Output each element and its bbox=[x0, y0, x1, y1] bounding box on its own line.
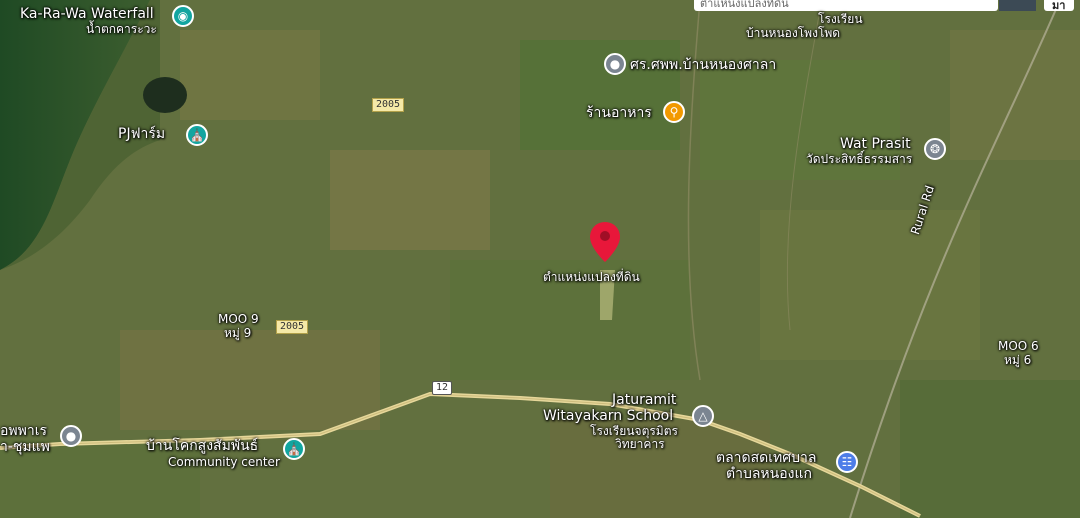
poi-label-left-1[interactable]: อพพาเร bbox=[0, 423, 47, 439]
poi-label-health-center[interactable]: ศร.ศพพ.บ้านหนองศาลา bbox=[630, 57, 776, 73]
road-shield-2005: 2005 bbox=[276, 320, 309, 334]
bank-icon[interactable]: ⛪ bbox=[186, 124, 208, 146]
poi-sublabel-waterfall: น้ำตกคาระวะ bbox=[86, 22, 157, 36]
poi-label-wat-prasit[interactable]: Wat Prasit bbox=[840, 136, 911, 152]
graduation-cap-icon[interactable]: △ bbox=[692, 405, 714, 427]
map-mode-button[interactable]: มา bbox=[1044, 0, 1074, 12]
satellite-map[interactable]: ตำแหน่งแปลงที่ดิน มา Ka-Ra-Wa Waterfall … bbox=[0, 0, 1080, 518]
poi-label-jaturamit-2[interactable]: Witayakarn School bbox=[543, 408, 673, 424]
road-shield-12: 12 bbox=[432, 381, 453, 395]
poi-label-market-1[interactable]: ตลาดสดเทศบาล bbox=[716, 450, 817, 466]
poi-label-restaurant[interactable]: ร้านอาหาร bbox=[586, 105, 652, 121]
poi-label-community-th[interactable]: บ้านโคกสูงสัมพันธ์ bbox=[146, 438, 258, 454]
poi-sublabel-jaturamit-2: วิทยาคาร bbox=[615, 437, 665, 451]
area-sublabel-moo9: หมู่ 9 bbox=[224, 326, 252, 340]
poi-label-waterfall[interactable]: Ka-Ra-Wa Waterfall bbox=[20, 6, 154, 22]
dharma-wheel-icon[interactable]: ❂ bbox=[924, 138, 946, 160]
poi-sublabel-jaturamit-1: โรงเรียนจตุรมิตร bbox=[590, 424, 678, 438]
poi-label-left-2[interactable]: า-ชุมแพ bbox=[0, 439, 50, 455]
shopping-cart-icon[interactable]: ☷ bbox=[836, 451, 858, 473]
search-button[interactable] bbox=[999, 0, 1036, 11]
location-pin-icon[interactable]: ● bbox=[60, 425, 82, 447]
area-label-moo6: MOO 6 bbox=[998, 339, 1039, 353]
camera-icon[interactable]: ◉ bbox=[172, 5, 194, 27]
search-input[interactable]: ตำแหน่งแปลงที่ดิน bbox=[700, 0, 789, 12]
road-shield-2005: 2005 bbox=[372, 98, 405, 112]
poi-sublabel-wat-prasit: วัดประสิทธิ์ธรรมสาร bbox=[806, 152, 913, 166]
red-location-pin-icon[interactable] bbox=[588, 220, 622, 264]
poi-sublabel-school-top: บ้านหนองโพงโพด bbox=[746, 26, 841, 40]
search-bar[interactable]: ตำแหน่งแปลงที่ดิน bbox=[694, 0, 998, 11]
area-label-moo9: MOO 9 bbox=[218, 312, 259, 326]
community-icon[interactable]: ⛪ bbox=[283, 438, 305, 460]
poi-label-community-en[interactable]: Community center bbox=[168, 455, 280, 469]
poi-label-jaturamit-1[interactable]: Jaturamit bbox=[612, 392, 676, 408]
land-pin-label[interactable]: ตำแหน่งแปลงที่ดิน bbox=[543, 270, 640, 284]
area-sublabel-moo6: หมู่ 6 bbox=[1004, 353, 1032, 367]
poi-label-pj-farm[interactable]: PJฟาร์ม bbox=[118, 126, 165, 142]
location-pin-icon[interactable]: ● bbox=[604, 53, 626, 75]
map-mode-label: มา bbox=[1052, 0, 1066, 12]
poi-label-school-top[interactable]: โรงเรียน bbox=[818, 12, 863, 26]
poi-label-market-2[interactable]: ตำบลหนองแก bbox=[726, 466, 812, 482]
fork-knife-icon[interactable]: ⚲ bbox=[663, 101, 685, 123]
